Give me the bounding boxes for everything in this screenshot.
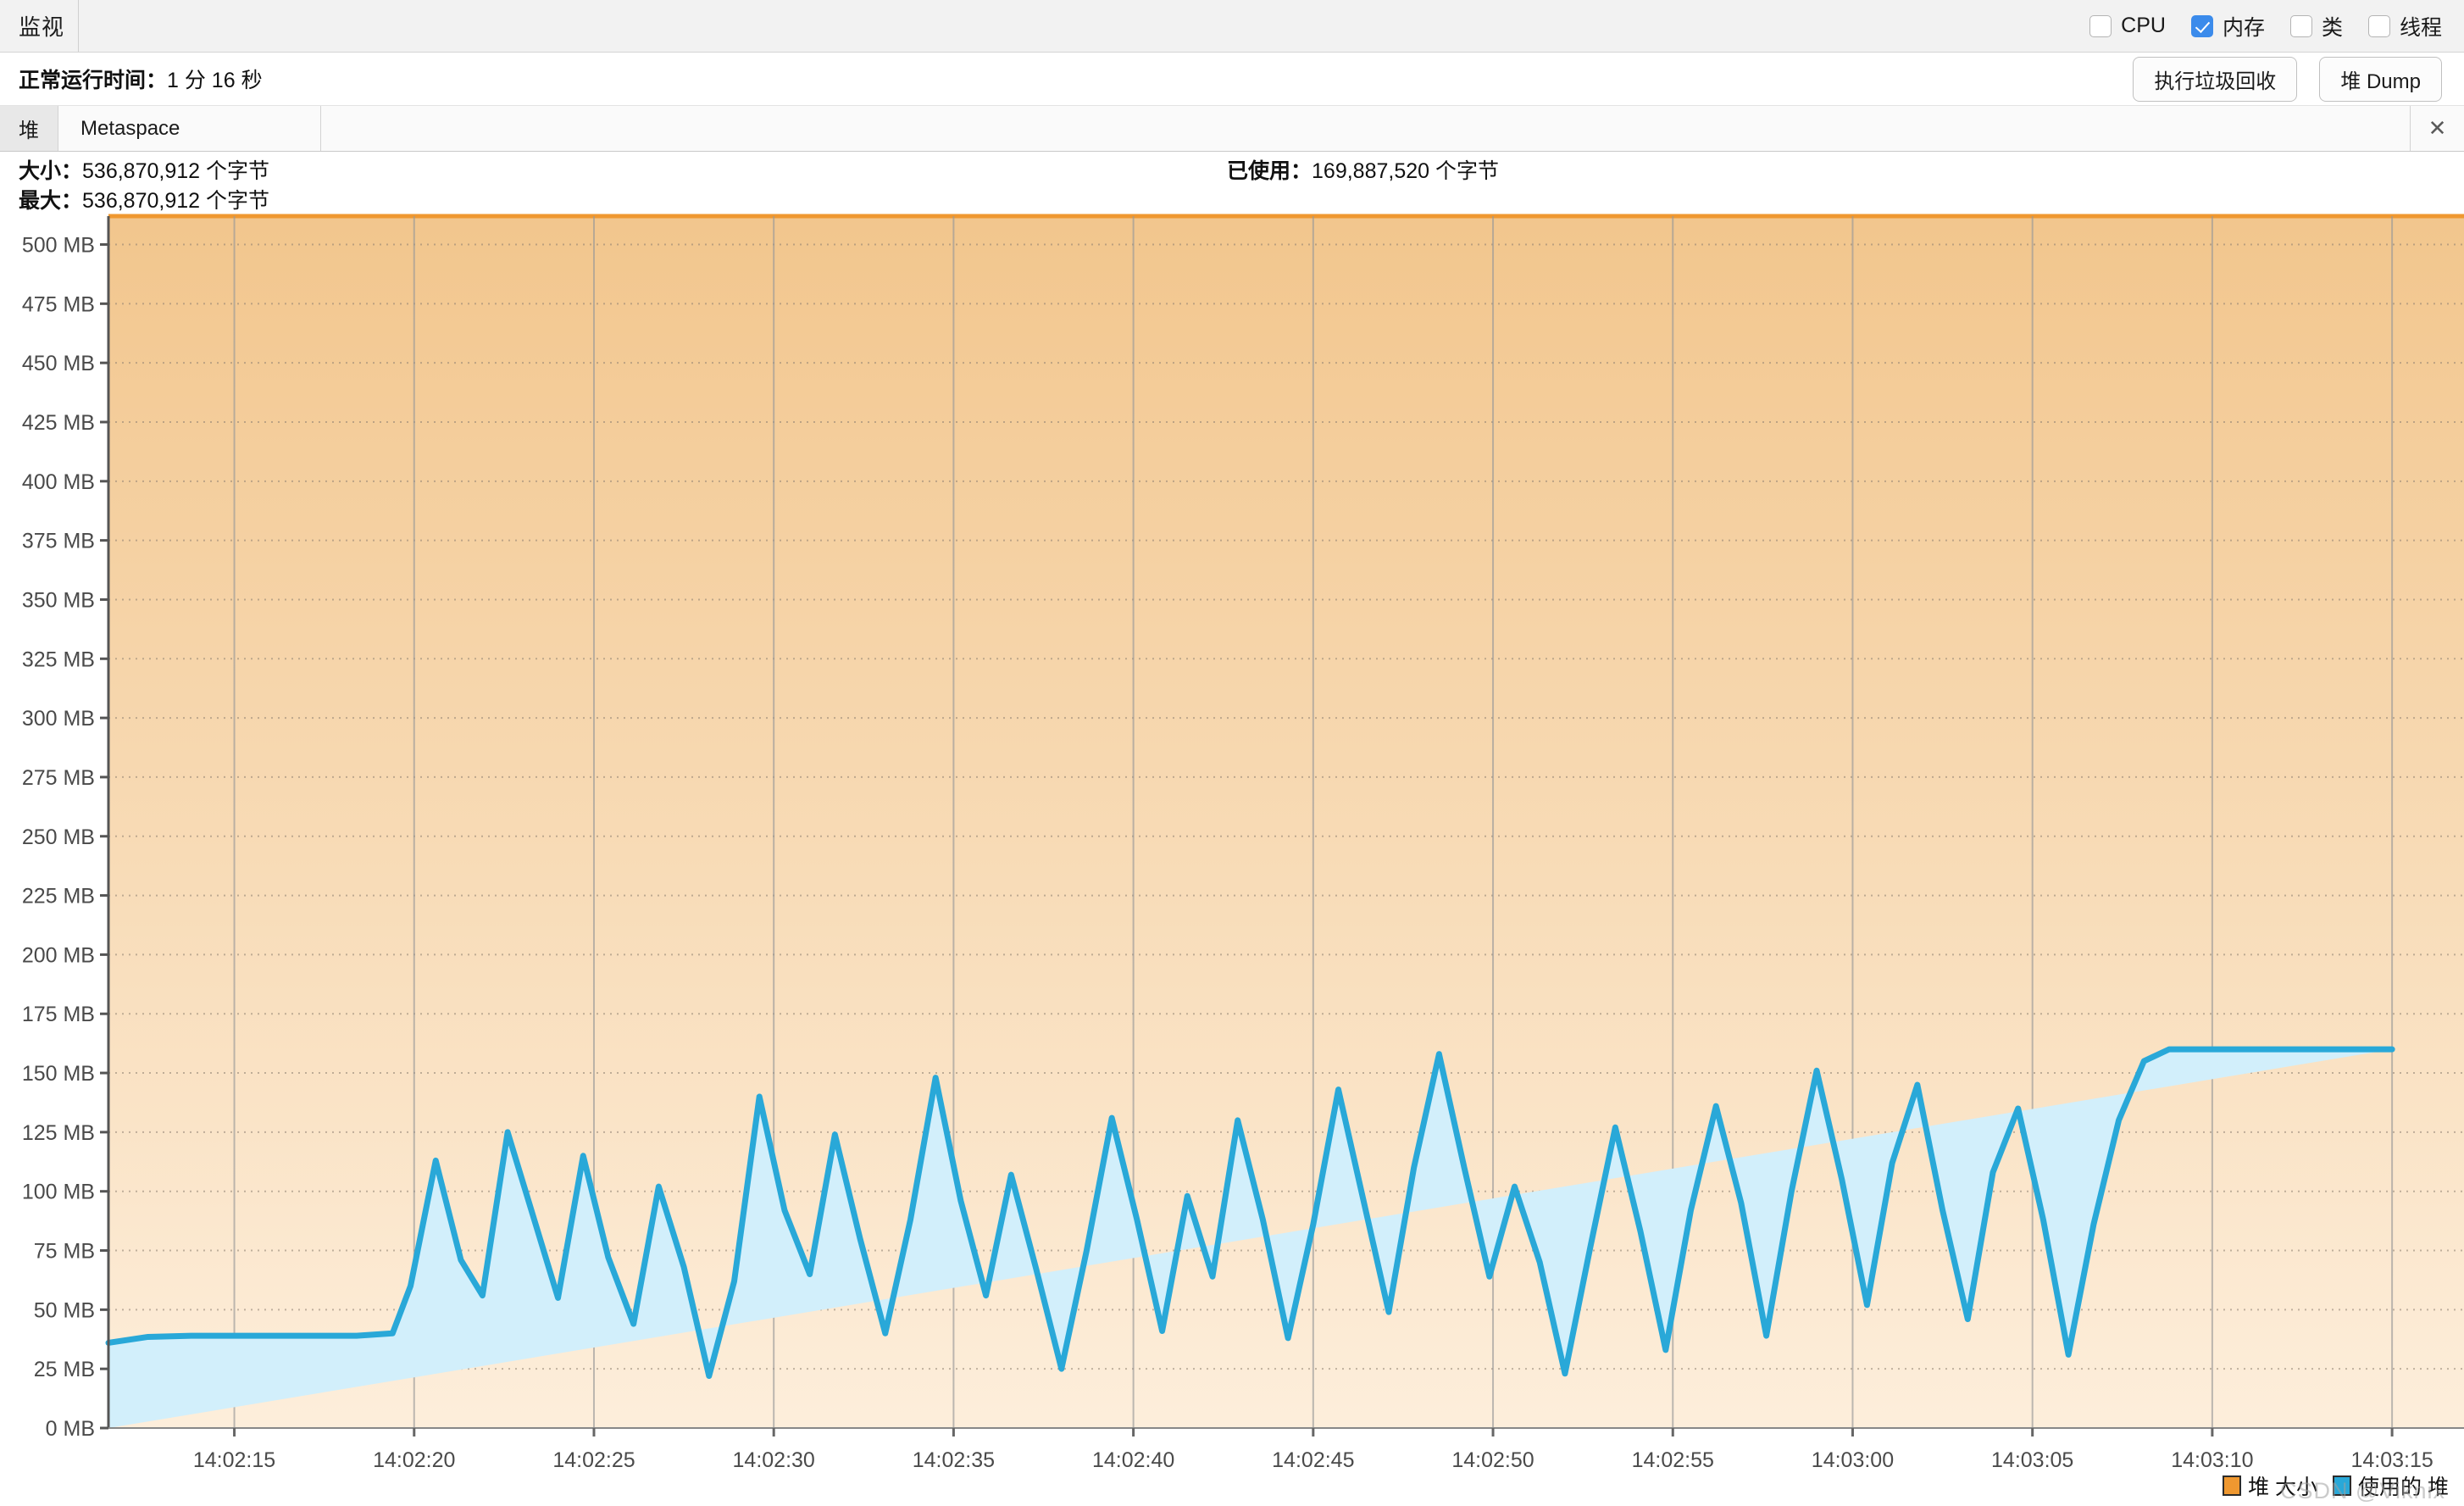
tab-heap[interactable]: 堆 bbox=[0, 106, 58, 151]
stat-used: 已使用：169,887,520 个字节 bbox=[1227, 154, 1499, 185]
legend-label-used-heap: 使用的 堆 bbox=[2358, 1475, 2449, 1499]
toggle-classes-label: 类 bbox=[2321, 15, 2343, 40]
legend-item-used-heap: 使用的 堆 bbox=[2333, 1470, 2449, 1501]
svg-text:200 MB: 200 MB bbox=[22, 943, 95, 967]
toggle-memory-label: 内存 bbox=[2222, 15, 2265, 40]
titlebar-notch bbox=[0, 0, 79, 52]
svg-text:50 MB: 50 MB bbox=[34, 1298, 95, 1322]
heap-stats: 大小：536,870,912 个字节 最大：536,870,912 个字节 已使… bbox=[0, 152, 2464, 213]
uptime-row: 正常运行时间：1 分 16 秒 执行垃圾回收 堆 Dump bbox=[0, 53, 2464, 106]
svg-text:25 MB: 25 MB bbox=[34, 1358, 95, 1381]
uptime-label: 正常运行时间： bbox=[19, 69, 168, 92]
close-icon[interactable]: ✕ bbox=[2410, 106, 2464, 151]
toggle-classes[interactable]: 类 bbox=[2289, 11, 2343, 42]
perform-gc-button[interactable]: 执行垃圾回收 bbox=[2133, 56, 2298, 102]
svg-text:150 MB: 150 MB bbox=[22, 1062, 95, 1086]
svg-text:125 MB: 125 MB bbox=[22, 1121, 95, 1145]
tabstrip-filler bbox=[321, 106, 2410, 151]
toggle-cpu-label: CPU bbox=[2121, 14, 2166, 37]
svg-text:450 MB: 450 MB bbox=[22, 352, 95, 375]
chart-legend: 堆 大小 使用的 堆 bbox=[2223, 1470, 2449, 1501]
memory-chart-container: 0 MB 25 MB 50 MB 75 MB 100 MB 125 MB 150 MB 175… bbox=[0, 203, 2464, 1506]
checkbox-cpu[interactable] bbox=[2089, 14, 2112, 37]
svg-text:14:03:10: 14:03:10 bbox=[2171, 1448, 2253, 1472]
stat-used-value: 169,887,520 个字节 bbox=[1312, 159, 1499, 183]
memory-chart[interactable]: 0 MB 25 MB 50 MB 75 MB 100 MB 125 MB 150 MB 175… bbox=[0, 203, 2464, 1506]
window-titlebar: 监视 CPU 内存 类 线程 bbox=[0, 0, 2464, 53]
uptime-value: 1 分 16 秒 bbox=[167, 69, 263, 92]
stat-used-label: 已使用： bbox=[1227, 159, 1312, 183]
svg-text:14:02:55: 14:02:55 bbox=[1632, 1448, 1714, 1472]
memory-pool-tabstrip: 堆 Metaspace ✕ bbox=[0, 106, 2464, 152]
svg-text:14:02:40: 14:02:40 bbox=[1092, 1448, 1174, 1472]
metric-toggle-group: CPU 内存 类 线程 bbox=[2089, 11, 2464, 42]
heap-dump-button[interactable]: 堆 Dump bbox=[2319, 56, 2442, 102]
svg-text:300 MB: 300 MB bbox=[22, 707, 95, 731]
toggle-threads-label: 线程 bbox=[2399, 15, 2442, 40]
svg-text:14:02:50: 14:02:50 bbox=[1451, 1448, 1534, 1472]
toggle-threads[interactable]: 线程 bbox=[2367, 11, 2442, 42]
checkbox-memory[interactable] bbox=[2190, 14, 2213, 37]
svg-text:14:02:35: 14:02:35 bbox=[913, 1448, 995, 1472]
toggle-memory[interactable]: 内存 bbox=[2190, 11, 2265, 42]
svg-text:100 MB: 100 MB bbox=[22, 1181, 95, 1204]
action-buttons: 执行垃圾回收 堆 Dump bbox=[2133, 56, 2464, 102]
svg-text:400 MB: 400 MB bbox=[22, 470, 95, 494]
svg-text:14:02:25: 14:02:25 bbox=[552, 1448, 635, 1472]
svg-text:75 MB: 75 MB bbox=[34, 1240, 95, 1264]
legend-label-heap-size: 堆 大小 bbox=[2248, 1475, 2318, 1499]
svg-text:175 MB: 175 MB bbox=[22, 1003, 95, 1026]
uptime-text: 正常运行时间：1 分 16 秒 bbox=[19, 64, 263, 94]
stat-size-value: 536,870,912 个字节 bbox=[82, 159, 269, 183]
svg-text:500 MB: 500 MB bbox=[22, 234, 95, 258]
svg-text:14:03:00: 14:03:00 bbox=[1812, 1448, 1894, 1472]
stat-size-label: 大小： bbox=[19, 159, 83, 183]
svg-text:14:03:15: 14:03:15 bbox=[2350, 1448, 2433, 1472]
toggle-cpu[interactable]: CPU bbox=[2089, 14, 2166, 38]
svg-text:225 MB: 225 MB bbox=[22, 885, 95, 909]
checkbox-threads[interactable] bbox=[2367, 14, 2390, 37]
legend-swatch-used-heap bbox=[2333, 1475, 2352, 1496]
svg-text:14:02:15: 14:02:15 bbox=[193, 1448, 275, 1472]
svg-text:325 MB: 325 MB bbox=[22, 647, 95, 671]
tab-metaspace[interactable]: Metaspace bbox=[58, 106, 321, 151]
stat-size: 大小：536,870,912 个字节 bbox=[19, 154, 269, 185]
checkbox-classes[interactable] bbox=[2289, 14, 2312, 37]
svg-text:250 MB: 250 MB bbox=[22, 825, 95, 849]
legend-item-heap-size: 堆 大小 bbox=[2223, 1470, 2317, 1501]
svg-text:14:03:05: 14:03:05 bbox=[1991, 1448, 2073, 1472]
svg-text:375 MB: 375 MB bbox=[22, 530, 95, 553]
svg-text:14:02:45: 14:02:45 bbox=[1272, 1448, 1354, 1472]
svg-text:275 MB: 275 MB bbox=[22, 766, 95, 790]
legend-swatch-heap-size bbox=[2223, 1475, 2242, 1496]
svg-text:350 MB: 350 MB bbox=[22, 588, 95, 612]
svg-text:0 MB: 0 MB bbox=[46, 1417, 95, 1441]
svg-text:14:02:20: 14:02:20 bbox=[373, 1448, 455, 1472]
svg-text:14:02:30: 14:02:30 bbox=[733, 1448, 815, 1472]
svg-text:425 MB: 425 MB bbox=[22, 411, 95, 435]
svg-text:475 MB: 475 MB bbox=[22, 292, 95, 316]
